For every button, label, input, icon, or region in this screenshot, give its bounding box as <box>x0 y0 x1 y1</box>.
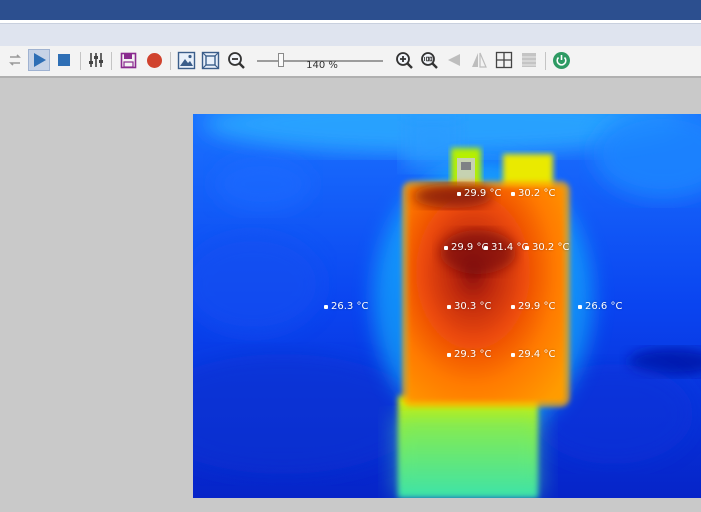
spot-marker <box>511 352 515 357</box>
temperature-spot: 30.3 °C <box>447 301 491 312</box>
toolbar-separator <box>80 52 81 70</box>
grid-icon[interactable] <box>493 49 515 71</box>
temperature-spot: 26.3 °C <box>324 301 368 312</box>
palette-icon[interactable] <box>518 49 540 71</box>
play-icon[interactable] <box>28 49 50 71</box>
flip-icon[interactable] <box>468 49 490 71</box>
spot-marker <box>511 191 515 196</box>
temperature-spot: 29.9 °C <box>457 188 501 199</box>
temperature-spot: 30.2 °C <box>511 188 555 199</box>
spot-temperature-label: 30.2 °C <box>518 188 556 199</box>
spot-marker <box>447 352 451 357</box>
spot-marker <box>484 245 488 250</box>
temperature-spot: 30.2 °C <box>525 242 569 253</box>
spot-temperature-label: 29.4 °C <box>518 349 556 360</box>
spot-marker <box>511 304 515 309</box>
spot-marker <box>447 304 451 309</box>
spot-temperature-label: 29.3 °C <box>454 349 492 360</box>
power-icon[interactable] <box>550 49 572 71</box>
spot-temperature-label: 29.9 °C <box>518 301 556 312</box>
zoom-out-icon[interactable] <box>225 49 247 71</box>
record-icon[interactable] <box>143 49 165 71</box>
window-title-bar <box>0 0 701 20</box>
toolbar: 140 % <box>0 46 701 78</box>
toolbar-separator <box>545 52 546 70</box>
swap-icon[interactable] <box>4 49 26 71</box>
spot-temperature-label: 29.9 °C <box>464 188 502 199</box>
stop-icon[interactable] <box>53 49 75 71</box>
spot-marker <box>578 304 582 309</box>
zoom-slider-thumb[interactable] <box>277 53 284 67</box>
spot-temperature-label: 30.3 °C <box>454 301 492 312</box>
spot-temperature-label: 26.3 °C <box>331 301 369 312</box>
equalizer-icon[interactable] <box>85 49 107 71</box>
zoom-level-label: 140 % <box>306 60 338 71</box>
spot-marker <box>444 245 448 250</box>
arrow-left-icon[interactable] <box>443 49 465 71</box>
temperature-spot: 29.9 °C <box>511 301 555 312</box>
spot-marker <box>525 245 529 250</box>
temperature-spot: 29.3 °C <box>447 349 491 360</box>
zoom-100-icon[interactable] <box>418 49 440 71</box>
temperature-spot: 26.6 °C <box>578 301 622 312</box>
fit-window-icon[interactable] <box>199 49 221 71</box>
temperature-spot: 31.4 °C <box>484 242 528 253</box>
spot-marker <box>324 304 328 309</box>
spot-temperature-label: 30.2 °C <box>532 242 570 253</box>
temperature-spot: 29.4 °C <box>511 349 555 360</box>
save-icon[interactable] <box>117 49 139 71</box>
fit-image-icon[interactable] <box>175 49 197 71</box>
toolbar-separator <box>111 52 112 70</box>
spot-temperature-label: 31.4 °C <box>491 242 529 253</box>
menu-bar <box>0 23 701 47</box>
zoom-in-icon[interactable] <box>393 49 415 71</box>
toolbar-separator <box>170 52 171 70</box>
thermal-image-viewport[interactable]: 29.9 °C 30.2 °C 29.9 °C 31.4 °C 30.2 °C … <box>193 114 701 498</box>
temperature-spot: 29.9 °C <box>444 242 488 253</box>
spot-temperature-label: 26.6 °C <box>585 301 623 312</box>
spot-temperature-label: 29.9 °C <box>451 242 489 253</box>
spot-marker <box>457 191 461 196</box>
